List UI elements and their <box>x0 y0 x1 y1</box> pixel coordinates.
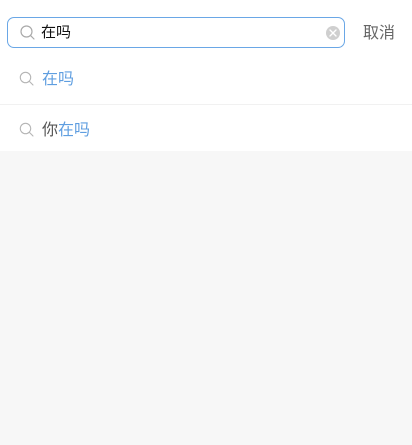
suggestion-match: 在吗 <box>42 69 75 88</box>
search-icon <box>20 25 35 40</box>
suggestion-item[interactable]: 你在吗 <box>0 104 412 151</box>
suggestion-list: 在吗 你在吗 <box>0 58 412 151</box>
search-icon <box>19 122 35 138</box>
suggestion-label: 在吗 <box>42 58 74 100</box>
clear-icon[interactable] <box>326 26 340 40</box>
suggestion-label: 你在吗 <box>42 109 90 151</box>
search-input[interactable]: 在吗 <box>7 17 345 48</box>
search-icon <box>19 71 35 87</box>
suggestion-item[interactable]: 在吗 <box>0 58 412 104</box>
search-header: 在吗 取消 <box>0 0 412 58</box>
cancel-button[interactable]: 取消 <box>363 19 395 46</box>
suggestion-match: 在吗 <box>58 120 91 139</box>
suggestion-prefix: 你 <box>42 120 59 139</box>
search-query-text[interactable]: 在吗 <box>41 18 71 47</box>
